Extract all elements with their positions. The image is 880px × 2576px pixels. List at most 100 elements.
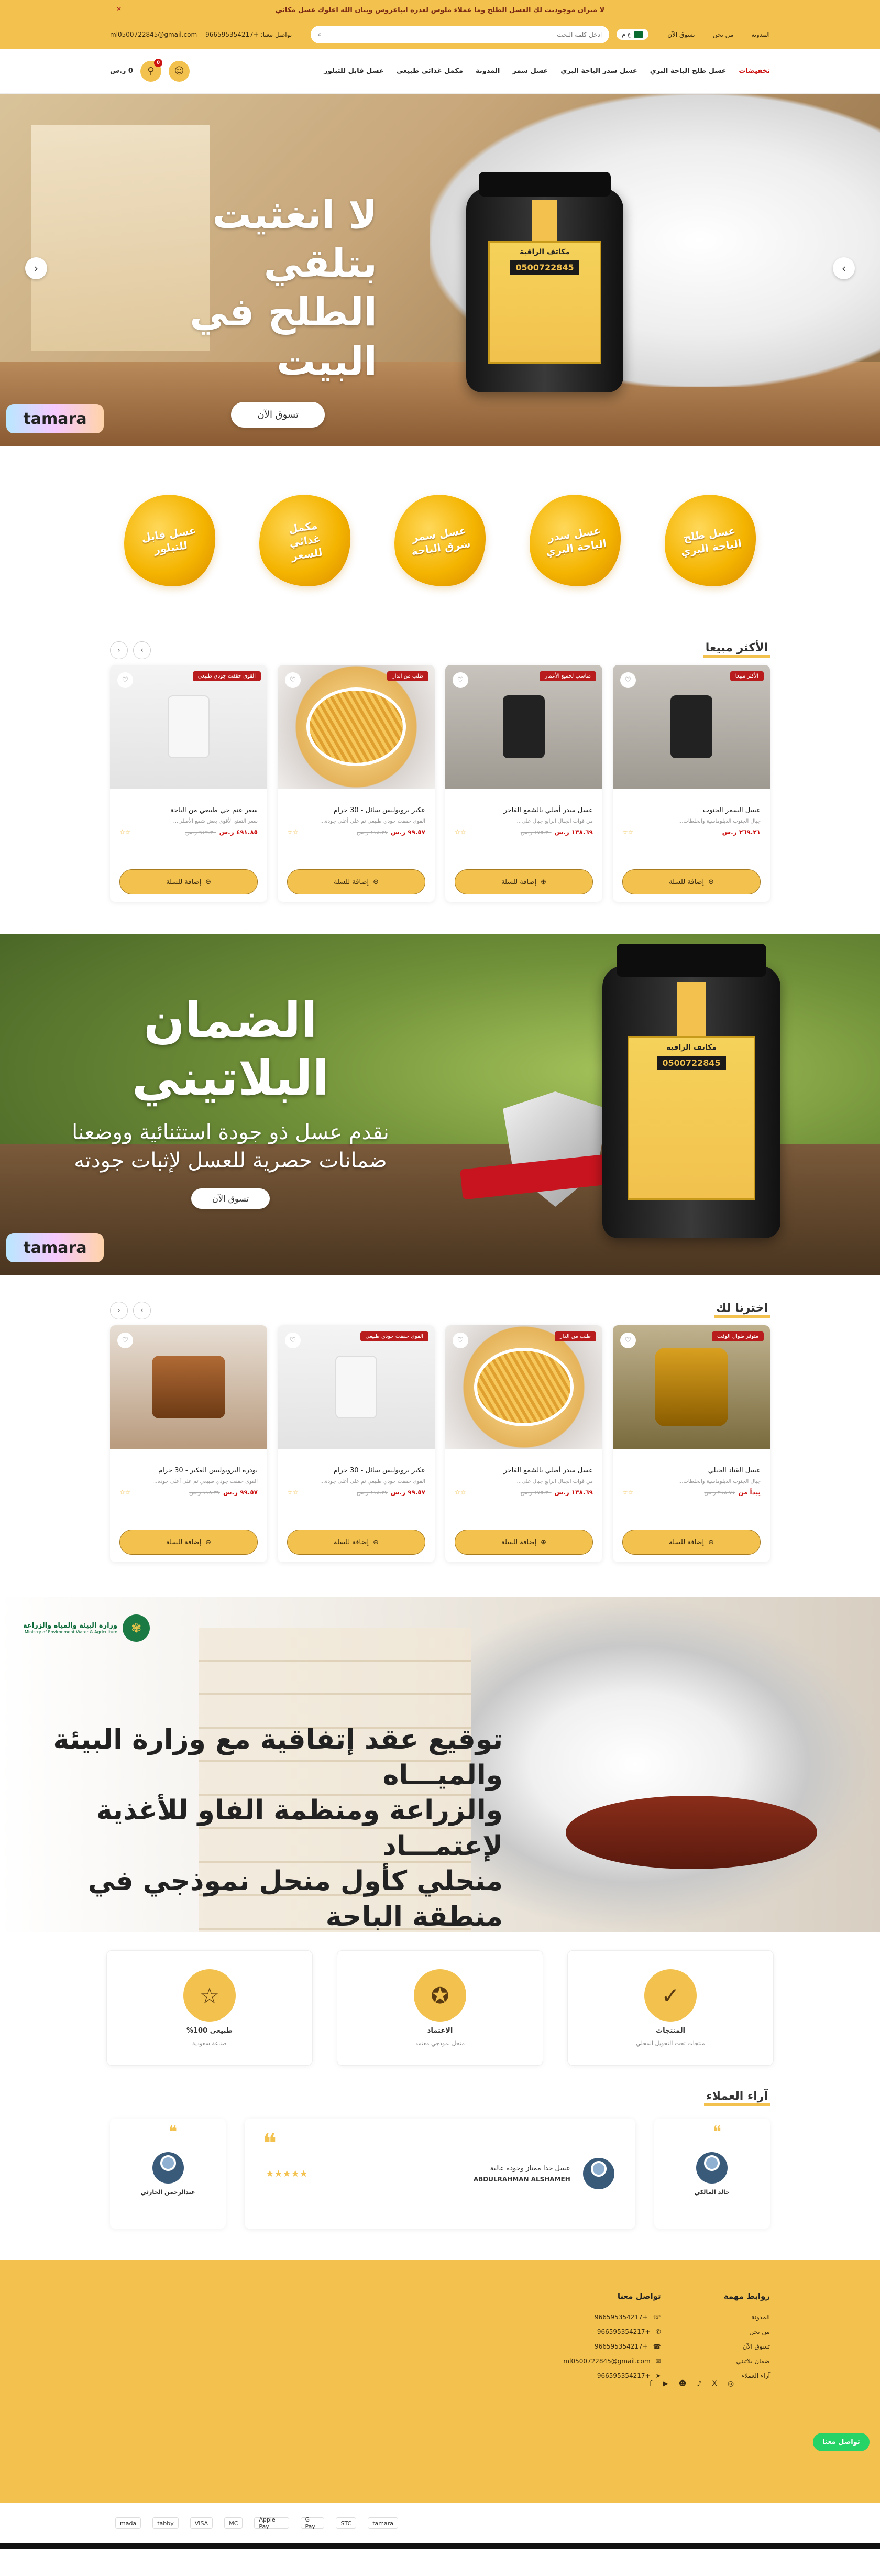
user-icon[interactable]: ☺ [168, 60, 190, 82]
prev-icon[interactable]: ‹ [110, 641, 128, 659]
footer-link[interactable]: من نحن [724, 2328, 770, 2335]
footer-link[interactable]: آراء العملاء [724, 2372, 770, 2379]
heart-icon[interactable]: ♡ [453, 672, 468, 688]
rating-stars: ★★★★★ [266, 2168, 308, 2179]
add-to-cart-button[interactable]: ⊕ إضافة للسلة [287, 869, 425, 894]
heart-icon[interactable]: ♡ [117, 1333, 133, 1348]
add-to-cart-button[interactable]: ⊕ إضافة للسلة [622, 869, 761, 894]
review-card: ❝ عبدالرحمن الحارثي [110, 2119, 226, 2229]
footer: روابط مهمة المدونة من نحن تسوق الآن ضمان بل… [0, 2260, 880, 2503]
footer-link[interactable]: تسوق الآن [724, 2343, 770, 2350]
next-icon[interactable]: › [133, 1302, 151, 1319]
product-image[interactable]: طلب من الدار ♡ [278, 665, 435, 789]
search-icon[interactable]: ⌕ [318, 30, 322, 38]
product-image[interactable]: الأكثر مبيعا ♡ [613, 665, 770, 789]
social-icon[interactable]: ▶ [663, 2379, 668, 2388]
payment-logo: mada [115, 2517, 141, 2529]
product-image[interactable]: القوى حققت جودي طبيعي ♡ [110, 665, 267, 789]
product-name[interactable]: عكبر بروبوليس سائل - 30 جرام [287, 806, 425, 814]
footer-link[interactable]: المدونة [724, 2313, 770, 2321]
product-image[interactable]: مناسب لجميع الأعمار ♡ [445, 665, 602, 789]
slider-next-icon[interactable]: › [833, 257, 855, 279]
cart-icon: ⊕ [541, 1538, 546, 1546]
product-name[interactable]: عسل سدر أصلي بالشمع الفاخر [455, 1467, 593, 1475]
heart-icon[interactable]: ♡ [285, 1333, 301, 1348]
nav-item-samar[interactable]: عسل سمر [512, 67, 548, 75]
heart-icon[interactable]: ♡ [453, 1333, 468, 1348]
footer-contact-item[interactable]: ☎ +966595354217 [563, 2343, 661, 2350]
product-name[interactable]: بودرة البروبوليس العكبر - 30 جرام [119, 1467, 258, 1475]
top-link-shop[interactable]: تسوق الآن [667, 31, 695, 38]
product-name[interactable]: عسل القتاد الجبلي [622, 1467, 761, 1475]
nav-item-supplement[interactable]: مكمل غذائي طبيعي [397, 67, 463, 75]
category-samar[interactable]: عسل سمر شرق الباحة [388, 488, 492, 593]
price-row: ٤٩١.٨٥ ر.س٦١٢.٣٠ ر.س ☆☆ [119, 828, 258, 836]
social-icon[interactable]: ♪ [697, 2379, 701, 2388]
add-to-cart-label: إضافة للسلة [166, 878, 202, 886]
product-image[interactable]: القوى حققت جودي طبيعي ♡ [278, 1325, 435, 1449]
product-name[interactable]: عسل السمر الجنوب [622, 806, 761, 814]
next-icon[interactable]: › [133, 641, 151, 659]
payment-logo: tamara [368, 2517, 398, 2529]
heart-icon[interactable]: ♡ [117, 672, 133, 688]
product-image[interactable]: طلب من الدار ♡ [445, 1325, 602, 1449]
whatsapp-icon: ☏ [653, 2313, 661, 2321]
banner-shop-button[interactable]: تسوق الآن [191, 1188, 270, 1209]
language-switch[interactable]: ع م [617, 29, 649, 40]
product-image[interactable]: متوفر طوال الوقت ♡ [613, 1325, 770, 1449]
heart-icon[interactable]: ♡ [620, 1333, 636, 1348]
category-supplement[interactable]: مكمل غذائي للسعر [252, 488, 357, 593]
nav-item-sidr[interactable]: عسل سدر الباحة البري [560, 67, 637, 75]
add-to-cart-button[interactable]: ⊕ إضافة للسلة [455, 1530, 593, 1555]
product-image[interactable]: ♡ [110, 1325, 267, 1449]
nav-item-crystal[interactable]: عسل قابل للتبلور [324, 67, 383, 75]
product-card: الأكثر مبيعا ♡ عسل السمر الجنوب جبال الجنوب… [613, 665, 770, 902]
slider-prev-icon[interactable]: ‹ [25, 257, 47, 279]
product-name[interactable]: سعر عنم جي طبيعي من الباحة [119, 806, 258, 814]
palm-icon: ✾ [123, 1614, 150, 1642]
footer-contact-item[interactable]: ☏ +966595354217 [563, 2313, 661, 2321]
prev-icon[interactable]: ‹ [110, 1302, 128, 1319]
footer-contact-item[interactable]: ✉ ml0500722845@gmail.com [563, 2357, 661, 2365]
product-price: يبدأ من [738, 1489, 761, 1496]
contact-text: ml0500722845@gmail.com [563, 2357, 651, 2365]
search-input[interactable] [327, 30, 602, 38]
category-sidr[interactable]: عسل سدر الباحة البري [523, 488, 628, 593]
social-icon[interactable]: f [650, 2379, 652, 2388]
hero-shop-button[interactable]: تسوق الآن [231, 401, 325, 428]
add-to-cart-label: إضافة للسلة [501, 1538, 537, 1546]
product-name[interactable]: عسل سدر أصلي بالشمع الفاخر [455, 806, 593, 814]
email-text[interactable]: ml0500722845@gmail.com [110, 31, 197, 38]
nav-item-talh[interactable]: عسل طلح الباحة البري [650, 67, 727, 75]
social-icon[interactable]: ☻ [679, 2379, 687, 2388]
cart-icon[interactable]: ⚲ 0 [140, 58, 162, 82]
quote-icon: ❝ [262, 2128, 277, 2158]
top-link-blog[interactable]: المدونة [751, 31, 770, 38]
social-icon[interactable]: X [712, 2379, 717, 2388]
rating-stars: ☆☆ [622, 1489, 634, 1496]
footer-link[interactable]: ضمان بلاتيني [724, 2357, 771, 2365]
nav-item-blog[interactable]: المدونة [476, 67, 500, 75]
add-to-cart-button[interactable]: ⊕ إضافة للسلة [119, 1530, 258, 1555]
add-to-cart-button[interactable]: ⊕ إضافة للسلة [119, 869, 258, 894]
close-icon[interactable]: × [116, 5, 122, 13]
category-crystal[interactable]: عسل قابل للتبلور [117, 488, 222, 593]
add-to-cart-button[interactable]: ⊕ إضافة للسلة [622, 1530, 761, 1555]
add-to-cart-button[interactable]: ⊕ إضافة للسلة [455, 869, 593, 894]
category-talh[interactable]: عسل طلح الباحة البري [658, 488, 763, 593]
whatsapp-button[interactable]: تواصل معنا [813, 2433, 870, 2451]
footer-contact-item[interactable]: ✆ +966595354217 [563, 2328, 661, 2335]
social-icon[interactable]: ◎ [728, 2379, 734, 2388]
phone-text[interactable]: تواصل معنا: +966595354217 [205, 31, 292, 38]
product-name[interactable]: عكبر بروبوليس سائل - 30 جرام [287, 1467, 425, 1475]
nav-item-sale[interactable]: تخفيضات [739, 67, 770, 75]
footer-contact-item[interactable]: ➤ +966595354217 [563, 2372, 661, 2379]
add-to-cart-button[interactable]: ⊕ إضافة للسلة [287, 1530, 425, 1555]
top-link-about[interactable]: من نحن [713, 31, 734, 38]
contact-text: +966595354217 [594, 2313, 648, 2321]
cart-icon: ⊕ [708, 1538, 714, 1546]
heart-icon[interactable]: ♡ [620, 672, 636, 688]
heart-icon[interactable]: ♡ [285, 672, 301, 688]
add-to-cart-label: إضافة للسلة [669, 1538, 705, 1546]
desk-image [566, 1796, 817, 1869]
